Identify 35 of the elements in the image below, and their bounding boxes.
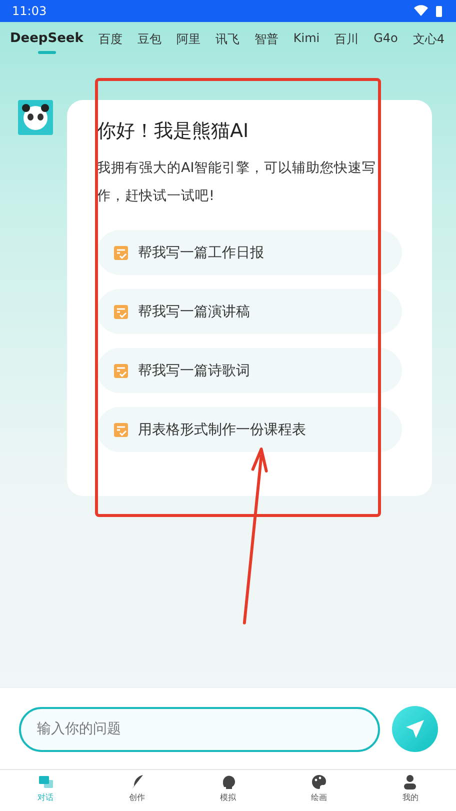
person-icon [402,774,418,790]
nav-tab[interactable]: 创作 [91,770,182,811]
send-icon [405,719,425,739]
model-tab[interactable]: 豆包 [137,31,162,69]
model-tab[interactable]: 百川 [334,31,359,69]
model-tab[interactable]: 讯飞 [215,31,240,69]
checklist-icon [113,244,129,260]
model-tab[interactable]: 文心4 [412,31,445,69]
greeting-description: 我拥有强大的AI智能引擎，可以辅助您快速写作，赶快试一试吧! [97,159,378,206]
model-tab[interactable]: G4o [374,31,398,69]
tab-indicator [38,51,56,54]
model-tab[interactable]: DeepSeek [10,31,84,69]
suggestion-chip[interactable]: 帮我写一篇工作日报 [97,230,402,275]
nav-tab[interactable]: 模拟 [182,770,274,811]
palette-icon [311,774,328,790]
model-tab[interactable]: 阿里 [176,31,200,69]
greeting-title: 你好！我是熊猫AI [97,119,250,144]
send-button[interactable] [392,706,438,752]
wifi-battery-icon [414,5,444,17]
model-tab[interactable]: 百度 [98,31,122,69]
checklist-icon [113,422,129,438]
suggestion-chip[interactable]: 帮我写一篇演讲稿 [97,289,402,334]
chat-icon [38,774,54,790]
panda-avatar-icon [18,100,53,135]
nav-tab[interactable]: 绘画 [274,770,365,811]
head-icon [220,774,236,790]
model-tab[interactable]: Kimi [293,31,320,69]
nav-tab[interactable]: 我的 [364,770,456,811]
model-tab[interactable]: 智普 [254,31,278,69]
checklist-icon [113,362,129,378]
suggestion-chip[interactable]: 帮我写一篇诗歌词 [97,348,402,393]
status-time: 11:03 [12,4,47,18]
question-input[interactable]: 输入你的问题 [19,706,380,752]
suggestion-chip[interactable]: 用表格形式制作一份课程表 [97,407,402,452]
checklist-icon [113,304,129,320]
